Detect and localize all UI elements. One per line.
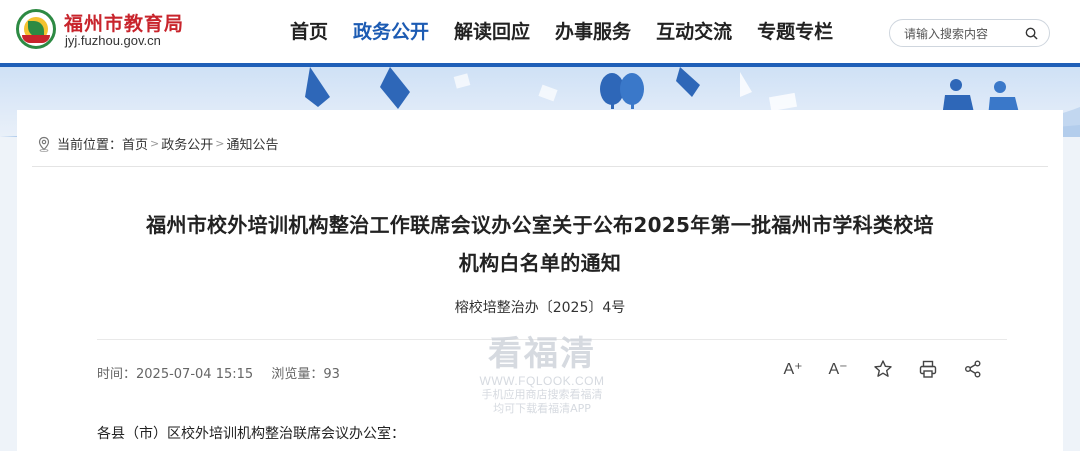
breadcrumb-separator: > [150, 137, 160, 150]
publish-time-value: 2025-07-04 15:15 [136, 367, 254, 382]
search-icon[interactable] [1024, 26, 1039, 41]
breadcrumb: 当前位置： 首页 > 政务公开 > 通知公告 [37, 134, 279, 153]
article-title-line-1: 福州市校外培训机构整治工作联席会议办公室关于公布2025年第一批福州市学科类校培 [146, 213, 934, 237]
print-button[interactable] [917, 358, 939, 380]
site-logo[interactable] [16, 9, 56, 49]
breadcrumb-home[interactable]: 首页 [122, 134, 148, 153]
publish-time: 时间：2025-07-04 15:15 [97, 367, 253, 382]
view-count-value: 93 [323, 367, 340, 382]
watermark-line-1: 手机应用商店搜索看福清 [481, 388, 603, 401]
search-input[interactable] [904, 25, 1019, 42]
watermark-url: WWW.FQLOOK.COM [479, 374, 605, 388]
breadcrumb-notices[interactable]: 通知公告 [226, 134, 278, 153]
document-number: 榕校培整治办〔2025〕4号 [454, 300, 626, 316]
watermark: 看福清 WWW.FQLOOK.COM 手机应用商店搜索看福清 均可下载看福清AP… [472, 334, 612, 416]
watermark-brand: 看福清 [488, 334, 596, 374]
article-tools: A⁺ A⁻ [782, 358, 1007, 380]
star-icon [874, 360, 892, 377]
site-name[interactable]: 福州市教育局 [64, 9, 184, 36]
article-greeting: 各县（市）区校外培训机构整治联席会议办公室： [97, 426, 405, 442]
print-icon [919, 360, 937, 378]
font-decrease-button[interactable]: A⁻ [827, 358, 849, 380]
nav-item-government-affairs[interactable]: 政务公开 [353, 0, 429, 63]
main-nav: 首页 政务公开 解读回应 办事服务 互动交流 专题专栏 [290, 0, 858, 63]
nav-item-interpretation[interactable]: 解读回应 [454, 0, 530, 63]
site-header: 福州市教育局 jyj.fuzhou.gov.cn 首页 政务公开 解读回应 办事… [0, 0, 1080, 63]
breadcrumb-divider [32, 166, 1048, 167]
location-pin-icon [38, 136, 50, 152]
site-domain: jyj.fuzhou.gov.cn [65, 33, 161, 48]
favorite-button[interactable] [872, 358, 894, 380]
article-title-line-2: 机构白名单的通知 [458, 251, 622, 275]
breadcrumb-separator: > [215, 137, 225, 150]
nav-item-interaction[interactable]: 互动交流 [656, 0, 732, 63]
breadcrumb-prefix: 当前位置： [57, 138, 123, 153]
search-box [889, 19, 1050, 47]
article-title: 福州市校外培训机构整治工作联席会议办公室关于公布2025年第一批福州市学科类校培… [77, 206, 1003, 282]
nav-item-services[interactable]: 办事服务 [555, 0, 631, 63]
view-count-label: 浏览量： [271, 367, 324, 382]
nav-item-special-topics[interactable]: 专题专栏 [757, 0, 833, 63]
share-button[interactable] [962, 358, 984, 380]
font-increase-button[interactable]: A⁺ [782, 358, 804, 380]
article-meta: 时间：2025-07-04 15:15 浏览量：93 [97, 363, 354, 382]
watermark-line-2: 均可下载看福清APP [493, 402, 591, 415]
view-count: 浏览量：93 [271, 367, 340, 382]
publish-time-label: 时间： [97, 367, 137, 382]
nav-item-home[interactable]: 首页 [290, 0, 328, 63]
breadcrumb-government-affairs[interactable]: 政务公开 [161, 134, 213, 153]
share-icon [965, 360, 981, 378]
